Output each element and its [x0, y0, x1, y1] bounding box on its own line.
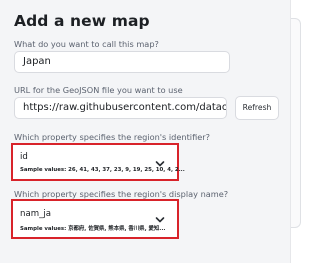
- display-name-property-label: Which property specifies the region's di…: [14, 189, 229, 199]
- adjacent-panel-edge: [290, 0, 301, 263]
- display-name-sample-values: Sample values: 京都府, 佐賀県, 熊本県, 香川県, 愛知...: [20, 226, 166, 232]
- display-name-property-value: nam_ja: [20, 209, 52, 219]
- display-name-property-select[interactable]: nam_ja Sample values: 京都府, 佐賀県, 熊本県, 香川県…: [11, 199, 179, 239]
- map-name-label: What do you want to call this map?: [14, 39, 159, 49]
- identifier-property-label: Which property specifies the region's id…: [14, 132, 210, 142]
- adjacent-card-edge: [291, 18, 301, 228]
- identifier-property-value: id: [20, 152, 28, 162]
- refresh-button[interactable]: Refresh: [235, 96, 279, 120]
- page-title: Add a new map: [14, 12, 150, 30]
- geojson-url-label: URL for the GeoJSON file you want to use: [14, 85, 183, 95]
- add-map-panel: Add a new map What do you want to call t…: [0, 0, 290, 263]
- identifier-property-select[interactable]: id Sample values: 26, 41, 43, 37, 23, 9,…: [11, 143, 185, 181]
- chevron-down-icon: [155, 217, 165, 223]
- geojson-url-input[interactable]: https://raw.githubusercontent.com/dataof…: [14, 97, 227, 119]
- chevron-down-icon: [155, 161, 165, 167]
- map-name-input[interactable]: Japan: [14, 51, 230, 73]
